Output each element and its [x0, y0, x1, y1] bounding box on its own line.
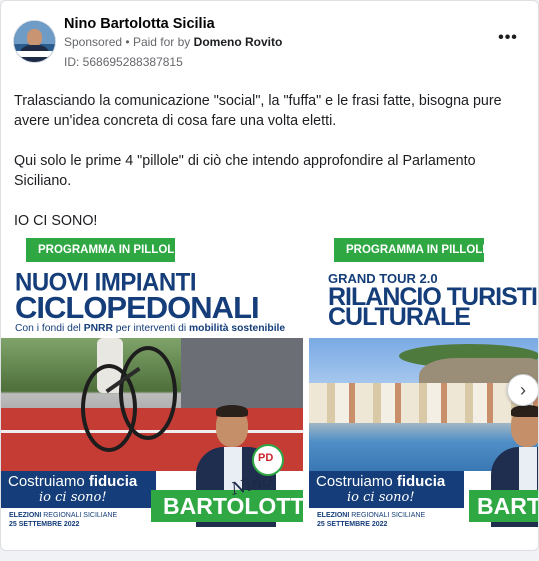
sponsored-label: Sponsored: [64, 35, 123, 49]
more-options-button[interactable]: •••: [495, 29, 521, 51]
slogan-text: fiducia: [88, 473, 138, 490]
photo-building: [181, 338, 303, 410]
ad-id: ID: 568695288387815: [64, 55, 183, 69]
page-avatar[interactable]: [13, 20, 56, 63]
election-date: 25 SETTEMBRE 2022: [317, 521, 388, 528]
ad-card: Nino Bartolotta Sicilia Sponsored • Paid…: [0, 0, 539, 551]
carousel-slide[interactable]: PROGRAMMA IN PILLOLE GRAND TOUR 2.0 RILA…: [309, 232, 538, 542]
candidate-hair: [511, 405, 538, 417]
slogan-tagline: io ci sono!: [39, 490, 107, 505]
avatar-face: [27, 29, 42, 46]
slogan-banner: Costruiamo fiducia io ci sono!: [309, 471, 464, 508]
election-text: REGIONALI SICILIANE: [351, 512, 426, 519]
post-paragraph: Qui solo le prime 4 "pillole" di ciò che…: [14, 153, 476, 189]
post-text: Tralasciando la comunicazione "social", …: [14, 91, 529, 251]
paid-for-prefix: Paid for by: [132, 35, 191, 49]
post-paragraph: IO CI SONO!: [14, 213, 98, 229]
meta-separator: •: [125, 35, 130, 49]
election-text: REGIONALI SICILIANE: [43, 512, 118, 519]
bicycle-wheel: [119, 346, 177, 440]
post-paragraph: Tralasciando la comunicazione "social", …: [14, 93, 502, 129]
candidate-hair: [216, 405, 248, 417]
slogan-text: Costruiamo: [8, 473, 89, 490]
slogan-line: Costruiamo fiducia: [8, 473, 137, 490]
slogan-banner: Costruiamo fiducia io ci sono!: [1, 471, 156, 508]
subtitle-text: PNRR: [83, 323, 113, 334]
more-horizontal-icon: •••: [498, 29, 518, 46]
carousel-slide[interactable]: PROGRAMMA IN PILLOLE NUOVI IMPIANTI CICL…: [1, 232, 303, 542]
program-tag: PROGRAMMA IN PILLOLE: [26, 238, 182, 262]
slide-subtitle: Con i fondi del PNRR per interventi di m…: [15, 323, 285, 334]
slogan-line: Costruiamo fiducia: [316, 473, 445, 490]
subtitle-text: mobilità sostenibile: [189, 323, 286, 334]
election-text: ELEZIONI: [317, 512, 350, 519]
slogan-text: Costruiamo: [316, 473, 397, 490]
candidate-name-banner: BARTOLOTTA: [151, 490, 303, 522]
subtitle-text: per interventi di: [112, 323, 190, 334]
election-info: ELEZIONI REGIONALI SICILIANE 25 SETTEMBR…: [317, 511, 425, 529]
election-date: 25 SETTEMBRE 2022: [9, 521, 80, 528]
subtitle-text: Con i fondi del: [15, 323, 84, 334]
page-name-link[interactable]: Nino Bartolotta Sicilia: [64, 16, 215, 32]
election-info: ELEZIONI REGIONALI SICILIANE 25 SETTEMBR…: [9, 511, 117, 529]
program-tag: PROGRAMMA IN PILLOLE: [334, 238, 490, 262]
party-logo-text: PD: [258, 452, 274, 464]
slogan-tagline: io ci sono!: [347, 490, 415, 505]
candidate-name-banner: BARTOLOTTA: [469, 490, 538, 522]
slogan-text: fiducia: [396, 473, 446, 490]
paid-for-name: Domeno Rovito: [193, 35, 283, 49]
election-text: ELEZIONI: [9, 512, 42, 519]
slide-headline: CULTURALE: [328, 303, 471, 331]
avatar-band: [16, 51, 53, 57]
carousel-next-button[interactable]: ›: [507, 374, 538, 406]
slide-headline: CICLOPEDONALI: [15, 290, 260, 325]
image-carousel: PROGRAMMA IN PILLOLE NUOVI IMPIANTI CICL…: [1, 232, 538, 542]
sponsored-line: Sponsored • Paid for by Domeno Rovito: [64, 35, 282, 49]
chevron-right-icon: ›: [520, 380, 526, 400]
